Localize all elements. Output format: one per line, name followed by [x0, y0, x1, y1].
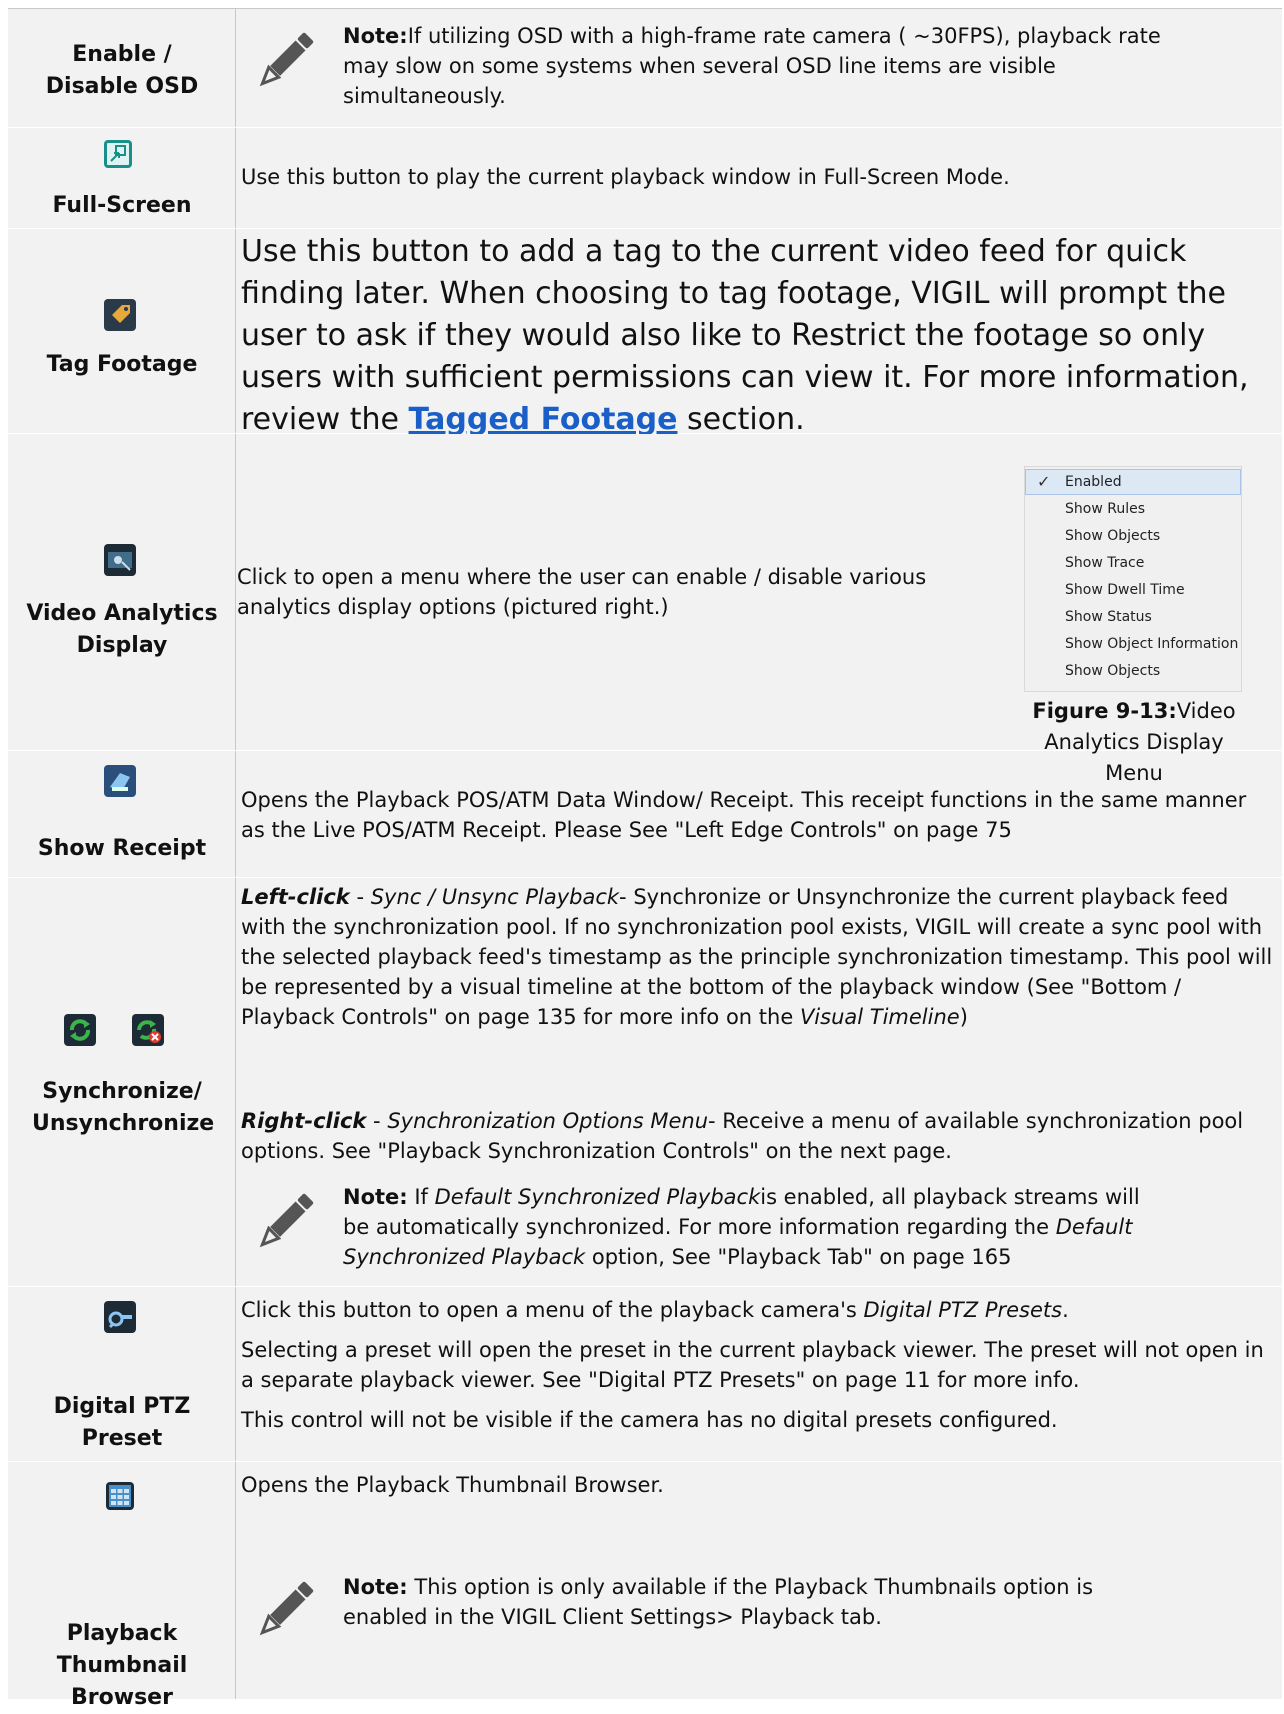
ptz-para-1: Click this button to open a menu of the … [241, 1295, 1277, 1325]
left-click-desc: Left-click - Sync / Unsync Playback- Syn… [241, 885, 1273, 1029]
tag-icon[interactable] [104, 299, 136, 331]
pencil-icon [259, 1193, 314, 1248]
ptz-text: Click this button to open a menu of the … [241, 1298, 864, 1322]
row-label: Video Analytics Display [26, 601, 218, 658]
thumbnail-note: Note: This option is only available if t… [343, 1572, 1163, 1632]
row-label: Tag Footage [46, 352, 198, 377]
row-label: Full-Screen [52, 193, 192, 218]
description: Opens the Playback Thumbnail Browser. [241, 1473, 664, 1497]
menu-item-enabled: Enabled [1065, 474, 1122, 490]
menu-item-show-trace: Show Trace [1065, 555, 1145, 571]
right-click-head: Right-click [241, 1109, 367, 1133]
row-tag: Tag Footage Use this button to add a tag… [8, 229, 1282, 437]
description-cell: Note:If utilizing OSD with a high-frame … [237, 9, 1282, 127]
right-click-sub: Synchronization Options Menu [387, 1109, 709, 1133]
menu-item-show-objects: Show Objects [1065, 528, 1161, 544]
right-click-desc: Right-click - Synchronization Options Me… [241, 1109, 1244, 1163]
menu-item-show-status: Show Status [1065, 609, 1152, 625]
ptz-para-3: This control will not be visible if the … [241, 1408, 1058, 1432]
note-italic: Default Synchronized Playback [434, 1185, 761, 1209]
label-cell: Show Receipt [8, 751, 236, 877]
description: Opens the Playback POS/ATM Data Window/ … [241, 788, 1247, 842]
figure-caption: Figure 9-13:Video Analytics Display Menu [1016, 696, 1252, 789]
note-text: If utilizing OSD with a high-frame rate … [343, 24, 1161, 108]
pencil-icon [259, 32, 314, 87]
note-label: Note: [343, 24, 408, 48]
sync-note: Note: If Default Synchronized Playbackis… [343, 1182, 1163, 1272]
row-label: Playback Thumbnail Browser [56, 1621, 188, 1710]
left-click-head: Left-click [241, 885, 350, 909]
description-cell: Use this button to play the current play… [237, 128, 1282, 228]
left-click-end: ) [959, 1005, 968, 1029]
row-osd: Enable / Disable OSD Note:If utilizing O… [8, 9, 1282, 128]
menu-item-show-dwell-time: Show Dwell Time [1065, 582, 1185, 598]
label-cell: Full-Screen [8, 128, 236, 228]
ptz-text: . [1062, 1298, 1069, 1322]
unsync-icon[interactable] [132, 1014, 164, 1046]
tagged-footage-link[interactable]: Tagged Footage [409, 402, 678, 437]
row-label: Show Receipt [37, 836, 207, 861]
description: Use this button to play the current play… [241, 165, 1010, 189]
menu-highlight [1025, 469, 1241, 495]
label-cell: Playback Thumbnail Browser [8, 1462, 236, 1710]
note-text: option, See "Playback Tab" on page 165 [585, 1245, 1012, 1269]
label-cell: Synchronize/ Unsynchronize [8, 878, 236, 1286]
menu-item-show-rules: Show Rules [1065, 501, 1145, 517]
osd-note: Note:If utilizing OSD with a high-frame … [343, 21, 1163, 111]
tag-text-end: section. [677, 402, 805, 437]
note-label: Note: [343, 1185, 408, 1209]
figure-label: Figure 9-13: [1032, 699, 1177, 723]
note-text: If [407, 1185, 435, 1209]
description: Use this button to add a tag to the curr… [241, 231, 1271, 441]
analytics-menu-figure: ✓ Enabled Show Rules Show Objects Show T… [1024, 466, 1242, 692]
description-cell: Opens the Playback Thumbnail Browser. No… [237, 1462, 1282, 1699]
row-label: Synchronize/ Unsynchronize [32, 1079, 215, 1136]
fullscreen-icon[interactable] [104, 140, 132, 168]
pencil-icon [259, 1581, 314, 1636]
left-click-italic: Visual Timeline [799, 1005, 960, 1029]
label-cell: Digital PTZ Preset [8, 1287, 236, 1461]
menu-item-show-objects-2: Show Objects [1065, 663, 1161, 679]
controls-table: Enable / Disable OSD Note:If utilizing O… [8, 8, 1282, 1710]
ptz-preset-icon[interactable] [104, 1301, 136, 1333]
row-thumbnail: Playback Thumbnail Browser Opens the Pla… [8, 1462, 1282, 1710]
label-cell: Video Analytics Display [8, 434, 236, 750]
ptz-para-2: Selecting a preset will open the preset … [241, 1338, 1264, 1392]
description-cell: Click this button to open a menu of the … [237, 1287, 1282, 1461]
description-cell: Left-click - Sync / Unsync Playback- Syn… [237, 878, 1282, 1286]
thumbnail-grid-icon[interactable] [106, 1482, 134, 1510]
analytics-icon[interactable] [104, 544, 136, 576]
row-sync: Synchronize/ Unsynchronize Left-click - … [8, 878, 1282, 1287]
left-click-sub: Sync / Unsync Playback [370, 885, 620, 909]
menu-item-show-object-information: Show Object Information [1065, 636, 1239, 652]
sync-icon[interactable] [64, 1014, 96, 1046]
description: Click to open a menu where the user can … [237, 565, 927, 619]
row-label: Enable / Disable OSD [45, 42, 199, 99]
row-fullscreen: Full-Screen Use this button to play the … [8, 128, 1282, 229]
label-cell: Enable / Disable OSD [8, 9, 236, 127]
description-cell: Use this button to add a tag to the curr… [237, 229, 1282, 437]
ptz-italic: Digital PTZ Presets [863, 1298, 1063, 1322]
note-text: This option is only available if the Pla… [343, 1575, 1094, 1629]
row-label: Digital PTZ Preset [53, 1394, 191, 1451]
menu-check: ✓ [1037, 472, 1051, 491]
receipt-icon[interactable] [104, 765, 136, 797]
row-ptz: Digital PTZ Preset Click this button to … [8, 1287, 1282, 1462]
label-cell: Tag Footage [8, 229, 236, 433]
note-label: Note: [343, 1575, 408, 1599]
